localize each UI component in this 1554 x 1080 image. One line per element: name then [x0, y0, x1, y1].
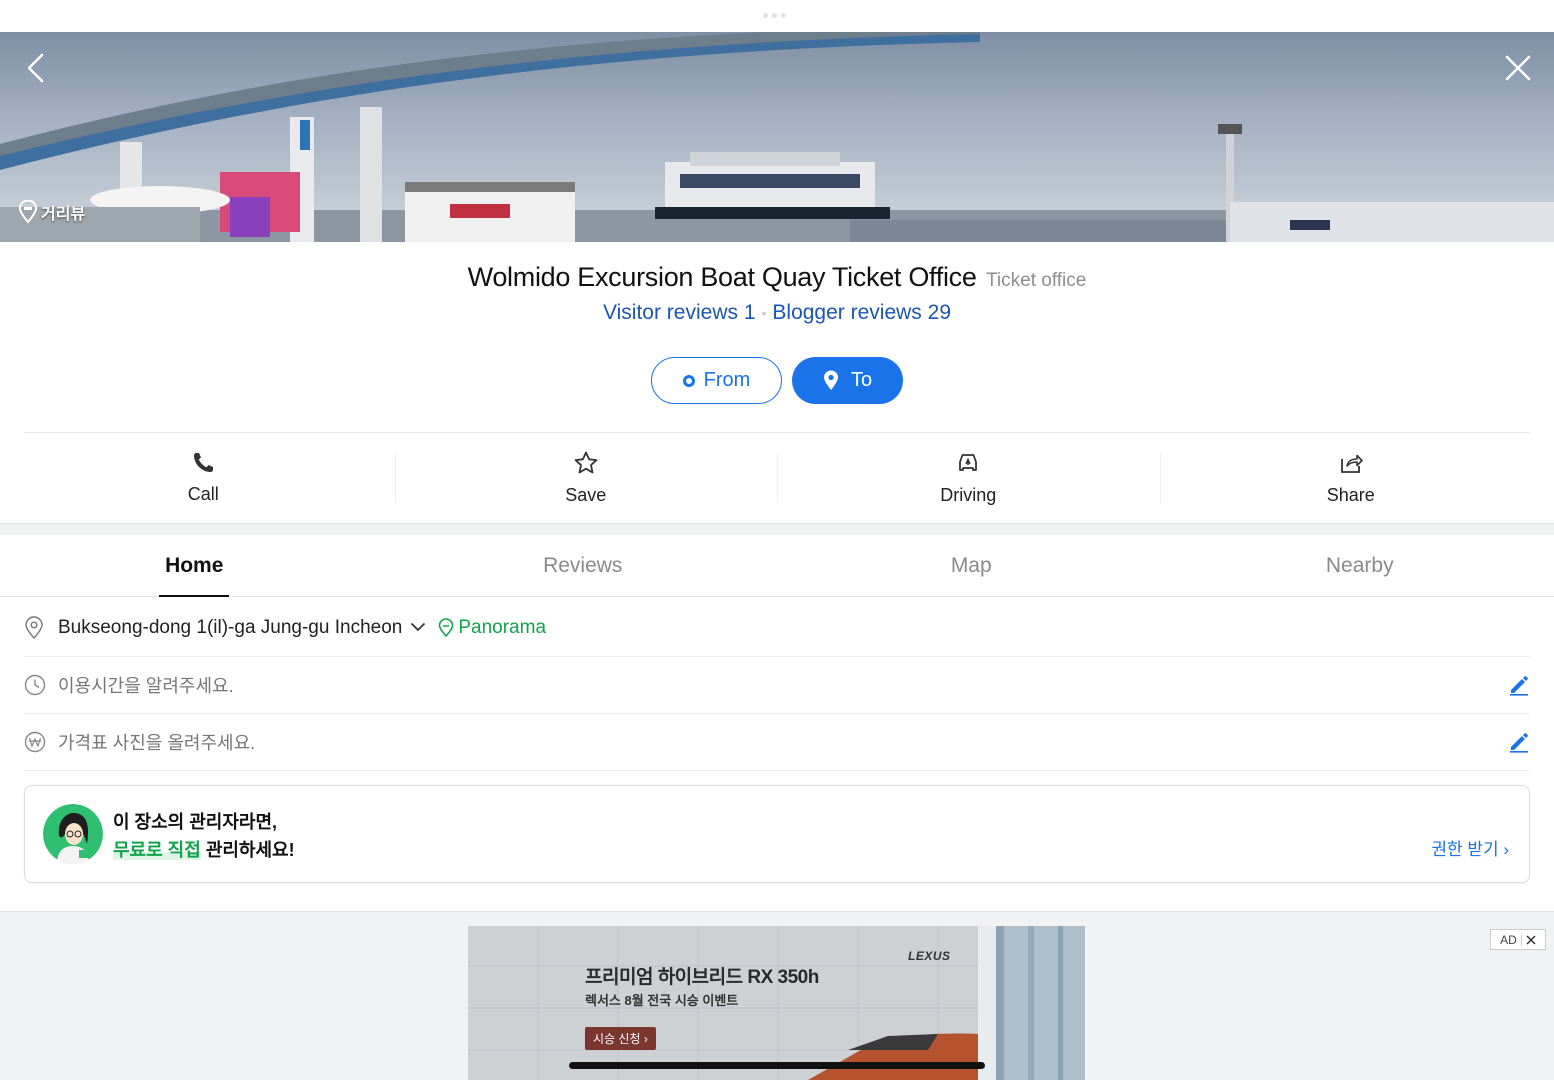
tab-bar: Home Reviews Map Nearby	[0, 535, 1554, 597]
route-from-button[interactable]: From	[651, 357, 782, 404]
owner-card-line2-rest: 관리하세요!	[200, 840, 295, 860]
streetview-pin-icon	[18, 200, 38, 224]
ad-badge-label: AD	[1500, 932, 1517, 947]
review-separator: •	[761, 305, 767, 322]
share-button[interactable]: Share	[1159, 433, 1543, 523]
save-button[interactable]: Save	[394, 433, 778, 523]
ad-headline: 프리미엄 하이브리드 RX 350h	[585, 967, 819, 988]
route-from-label: From	[703, 369, 751, 391]
place-title-row: Wolmido Excursion Boat Quay Ticket Offic…	[0, 262, 1554, 293]
tab-nearby[interactable]: Nearby	[1166, 535, 1554, 596]
chevron-left-icon	[27, 53, 44, 83]
ad-badge[interactable]: AD	[1490, 929, 1546, 950]
phone-icon	[194, 453, 214, 472]
owner-claim-card[interactable]: 이 장소의 관리자라면, 무료로 직접 관리하세요! 권한 받기 ›	[24, 785, 1530, 883]
ad-close-icon[interactable]	[1526, 934, 1536, 945]
panorama-pin-icon	[439, 618, 454, 638]
place-category: Ticket office	[986, 270, 1087, 291]
home-indicator[interactable]	[569, 1062, 985, 1069]
place-detail-screen: 거리뷰 Wolmido Excursion Boat Quay Ticket O…	[0, 0, 1554, 1080]
sheet-top-bar	[0, 0, 1554, 32]
streetview-label: 거리뷰	[41, 206, 86, 223]
driving-button[interactable]: Driving	[777, 433, 1160, 523]
clock-icon	[24, 674, 58, 696]
hours-row[interactable]: 이용시간을 알려주세요.	[24, 657, 1530, 714]
close-button[interactable]	[1498, 48, 1538, 88]
review-links: Visitor reviews 1 • Blogger reviews 29	[0, 301, 1554, 325]
tab-map[interactable]: Map	[777, 535, 1166, 596]
address-expand-button[interactable]	[410, 619, 426, 637]
owner-card-highlight: 무료로 직접	[113, 840, 201, 860]
star-icon	[574, 451, 598, 474]
visitor-reviews-link[interactable]: Visitor reviews 1	[603, 301, 756, 324]
ad-subline: 렉서스 8월 전국 시승 이벤트	[585, 993, 739, 1008]
route-to-label: To	[850, 369, 873, 391]
owner-avatar	[43, 804, 103, 864]
panorama-link[interactable]: Panorama	[438, 617, 546, 639]
action-bar: Call Save Driving Share	[12, 433, 1542, 523]
close-icon	[1505, 55, 1531, 81]
origin-dot-icon	[682, 374, 695, 387]
save-label: Save	[565, 485, 607, 505]
edit-price-button[interactable]	[1508, 731, 1530, 758]
pencil-icon	[1510, 733, 1528, 753]
tab-reviews[interactable]: Reviews	[389, 535, 778, 596]
place-name: Wolmido Excursion Boat Quay Ticket Offic…	[467, 262, 977, 292]
pencil-icon	[1510, 676, 1528, 696]
blogger-reviews-link[interactable]: Blogger reviews 29	[772, 301, 951, 324]
route-to-button[interactable]: To	[792, 357, 903, 404]
ad-banner[interactable]: 프리미엄 하이브리드 RX 350h 렉서스 8월 전국 시승 이벤트 LEXU…	[468, 926, 1085, 1080]
edit-hours-button[interactable]	[1508, 674, 1530, 701]
call-label: Call	[187, 484, 219, 504]
share-label: Share	[1326, 485, 1375, 505]
ad-cta-button[interactable]: 시승 신청 ›	[585, 1027, 656, 1050]
price-row[interactable]: 가격표 사진을 올려주세요.	[24, 714, 1530, 771]
hero-photo-scene	[0, 32, 1554, 242]
get-permission-link[interactable]: 권한 받기 ›	[1431, 835, 1509, 860]
ad-brand-logo: LEXUS	[908, 949, 951, 963]
sheet-grabber[interactable]	[763, 13, 786, 18]
streetview-button[interactable]: 거리뷰	[18, 200, 85, 224]
driving-label: Driving	[940, 485, 997, 505]
location-pin-icon	[24, 616, 58, 640]
owner-card-line1: 이 장소의 관리자라면,	[113, 812, 278, 832]
hero-photo[interactable]: 거리뷰	[0, 32, 1554, 242]
chevron-down-icon	[411, 622, 426, 632]
price-placeholder: 가격표 사진을 올려주세요.	[58, 733, 256, 753]
ad-background-image	[468, 926, 1085, 1080]
address-text: Bukseong-dong 1(il)-ga Jung-gu Incheon	[58, 617, 403, 638]
section-divider	[0, 523, 1554, 535]
back-button[interactable]	[16, 48, 56, 88]
address-row: Bukseong-dong 1(il)-ga Jung-gu Incheon P…	[24, 600, 1530, 657]
share-icon	[1340, 454, 1363, 473]
call-button[interactable]: Call	[12, 433, 395, 523]
panorama-label: Panorama	[458, 617, 547, 638]
hours-placeholder: 이용시간을 알려주세요.	[58, 676, 234, 696]
owner-card-line2: 무료로 직접 관리하세요!	[113, 836, 295, 862]
car-icon	[959, 454, 978, 471]
tab-home[interactable]: Home	[0, 535, 389, 596]
destination-pin-icon	[823, 370, 838, 390]
won-currency-icon	[24, 731, 58, 753]
